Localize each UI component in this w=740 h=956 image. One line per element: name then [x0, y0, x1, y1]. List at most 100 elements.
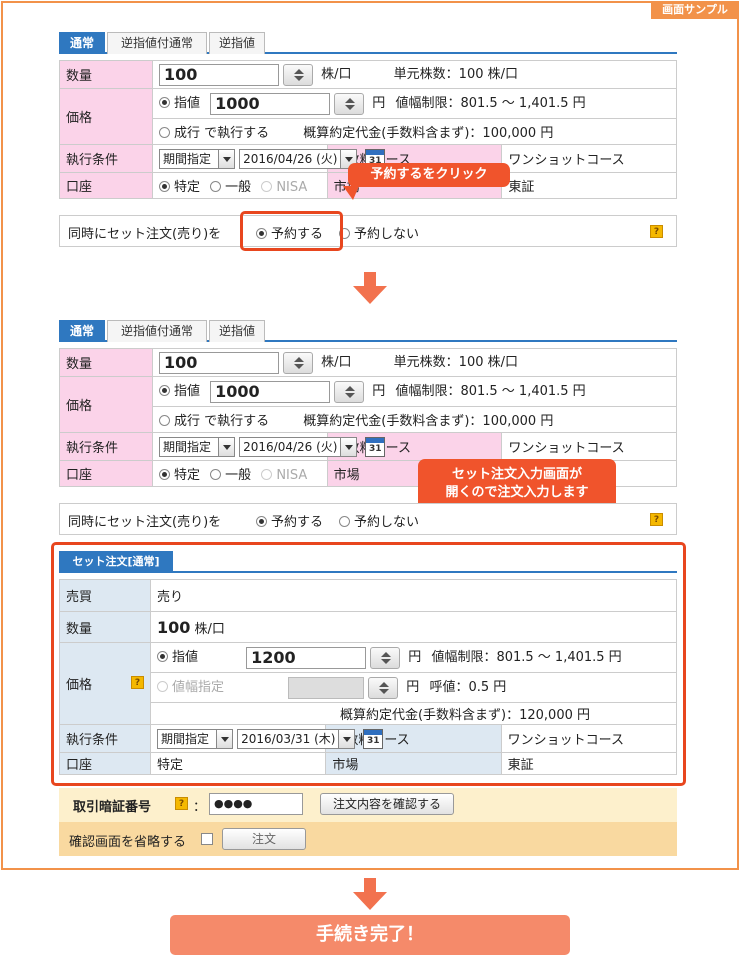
unit-shares-text: 単元株数：100 株/口 — [393, 355, 518, 371]
market-label: 成行 で執行する — [174, 126, 270, 141]
help-icon[interactable]: ? — [650, 513, 663, 526]
quantity-stepper[interactable] — [283, 351, 313, 374]
market-place-value: 東証 — [501, 172, 677, 199]
range-label: 値幅指定 — [172, 680, 225, 696]
calendar-icon[interactable]: 31 — [365, 436, 386, 457]
date-select[interactable]: 2016/04/26 (火) — [239, 148, 358, 169]
set-market-place-value: 東証 — [500, 752, 678, 775]
range-stepper — [368, 676, 399, 699]
set-date-select[interactable]: 2016/03/31 (木) — [237, 728, 356, 749]
set-account-value: 特定 — [149, 752, 327, 775]
tab-set-order[interactable]: セット注文[通常] — [59, 551, 173, 573]
side-label: 売買 — [59, 579, 151, 612]
set-order-row-1: 同時にセット注文(売り)を 予約する 予約しない ? — [59, 215, 677, 247]
set-price-stepper[interactable] — [370, 646, 401, 669]
quantity-input[interactable]: 100 — [159, 351, 279, 374]
callout-pointer — [343, 186, 359, 200]
help-icon[interactable]: ? — [650, 225, 663, 238]
set-market-place-label: 市場 — [325, 752, 502, 775]
price-range-text: 値幅制限：801.5 〜 1,401.5 円 — [395, 384, 586, 400]
set-order-table: 売買 売り 数量 100 株/口 価格 ? 指値 1200 円 値幅制限：801… — [59, 579, 678, 775]
set-estimate: 概算約定代金(手数料含まず)：120,000 円 — [150, 702, 677, 725]
estimate-text: 概算約定代金(手数料含まず)：100,000 円 — [303, 126, 554, 141]
price-label: 価格 — [59, 376, 153, 433]
set-quantity-unit: 株/口 — [194, 621, 225, 637]
no-reserve-option[interactable]: 予約しない — [339, 511, 419, 530]
tokutei-label: 特定 — [174, 180, 201, 195]
set-order-panel: セット注文[通常] 売買 売り 数量 100 株/口 価格 ? 指値 1200 … — [59, 549, 678, 775]
order-tabs: 通常 逆指値付通常 逆指値 — [59, 30, 677, 54]
condition-label: 執行条件 — [59, 144, 153, 173]
tab-normal[interactable]: 通常 — [59, 320, 105, 342]
tokutei-radio[interactable] — [159, 469, 170, 480]
limit-label: 指値 — [174, 96, 201, 112]
date-select[interactable]: 2016/04/26 (火) — [239, 436, 358, 457]
highlight-reserve — [240, 211, 343, 251]
yen-unit: 円 — [372, 384, 386, 400]
set-period-select[interactable]: 期間指定 — [157, 728, 233, 749]
quantity-label: 数量 — [59, 60, 153, 89]
limit-price-input[interactable]: 1000 — [210, 92, 331, 115]
skip-checkbox[interactable] — [201, 833, 213, 845]
tokutei-radio[interactable] — [159, 181, 170, 192]
tab-stop[interactable]: 逆指値 — [209, 32, 265, 54]
yen-unit: 円 — [372, 96, 386, 112]
period-select[interactable]: 期間指定 — [159, 148, 235, 169]
quantity-stepper[interactable] — [283, 63, 313, 86]
tab-normal[interactable]: 通常 — [59, 32, 105, 54]
pin-input[interactable]: ●●●● — [209, 793, 303, 815]
set-limit-label: 指値 — [172, 650, 199, 666]
tick-text: 呼値：0.5 円 — [429, 680, 507, 696]
limit-radio[interactable] — [159, 97, 170, 109]
skip-row: 確認画面を省略する 注文 — [59, 822, 677, 856]
market-label: 成行 で執行する — [174, 414, 270, 429]
arrow-down-2 — [353, 878, 387, 910]
limit-radio[interactable] — [159, 385, 170, 397]
market-radio[interactable] — [159, 127, 170, 138]
set-order-row-2: 同時にセット注文(売り)を 予約する 予約しない ? — [59, 503, 677, 535]
range-yen-unit: 円 — [406, 680, 420, 696]
limit-label: 指値 — [174, 384, 201, 400]
set-price-range: 値幅制限：801.5 〜 1,401.5 円 — [431, 650, 622, 666]
set-limit-radio[interactable] — [157, 651, 168, 663]
account-label: 口座 — [59, 460, 153, 487]
condition-label: 執行条件 — [59, 432, 153, 461]
tab-stop-normal[interactable]: 逆指値付通常 — [107, 320, 207, 342]
unit-shares-text: 単元株数：100 株/口 — [393, 67, 518, 83]
no-reserve-option[interactable]: 予約しない — [339, 223, 419, 242]
price-help-icon[interactable]: ? — [131, 676, 144, 689]
price-stepper[interactable] — [334, 380, 365, 403]
fee-value: ワンショットコース — [501, 144, 677, 173]
ippan-radio[interactable] — [210, 181, 222, 192]
quantity-unit: 株/口 — [321, 67, 352, 83]
confirm-order-button[interactable]: 注文内容を確認する — [320, 793, 454, 815]
sample-badge: 画面サンプル — [651, 1, 739, 19]
fee-value: ワンショットコース — [501, 432, 677, 461]
ippan-radio[interactable] — [210, 469, 222, 480]
ippan-label: 一般 — [225, 180, 252, 195]
set-fee-value: ワンショットコース — [500, 724, 678, 753]
nisa-label: NISA — [276, 468, 308, 483]
estimate-text: 概算約定代金(手数料含まず)：100,000 円 — [303, 414, 554, 429]
pin-help-icon[interactable]: ? — [175, 797, 188, 810]
price-label: 価格 — [59, 88, 153, 145]
reserve-option[interactable]: 予約する — [256, 511, 323, 530]
calendar-icon[interactable]: 31 — [363, 728, 384, 749]
order-button[interactable]: 注文 — [222, 828, 306, 850]
market-radio[interactable] — [159, 415, 170, 426]
set-price-label: 価格 — [66, 678, 93, 693]
price-stepper[interactable] — [334, 92, 365, 115]
order-tabs-2: 通常 逆指値付通常 逆指値 — [59, 318, 677, 342]
nisa-radio — [261, 469, 273, 480]
ippan-label: 一般 — [225, 468, 252, 483]
limit-price-input[interactable]: 1000 — [210, 380, 331, 403]
set-limit-input[interactable]: 1200 — [246, 646, 367, 669]
set-order-label: 同時にセット注文(売り)を — [68, 227, 222, 242]
pin-colon: ： — [193, 800, 207, 815]
tab-stop[interactable]: 逆指値 — [209, 320, 265, 342]
account-label: 口座 — [59, 172, 153, 199]
tab-stop-normal[interactable]: 逆指値付通常 — [107, 32, 207, 54]
quantity-unit: 株/口 — [321, 355, 352, 371]
period-select[interactable]: 期間指定 — [159, 436, 235, 457]
quantity-input[interactable]: 100 — [159, 63, 279, 86]
